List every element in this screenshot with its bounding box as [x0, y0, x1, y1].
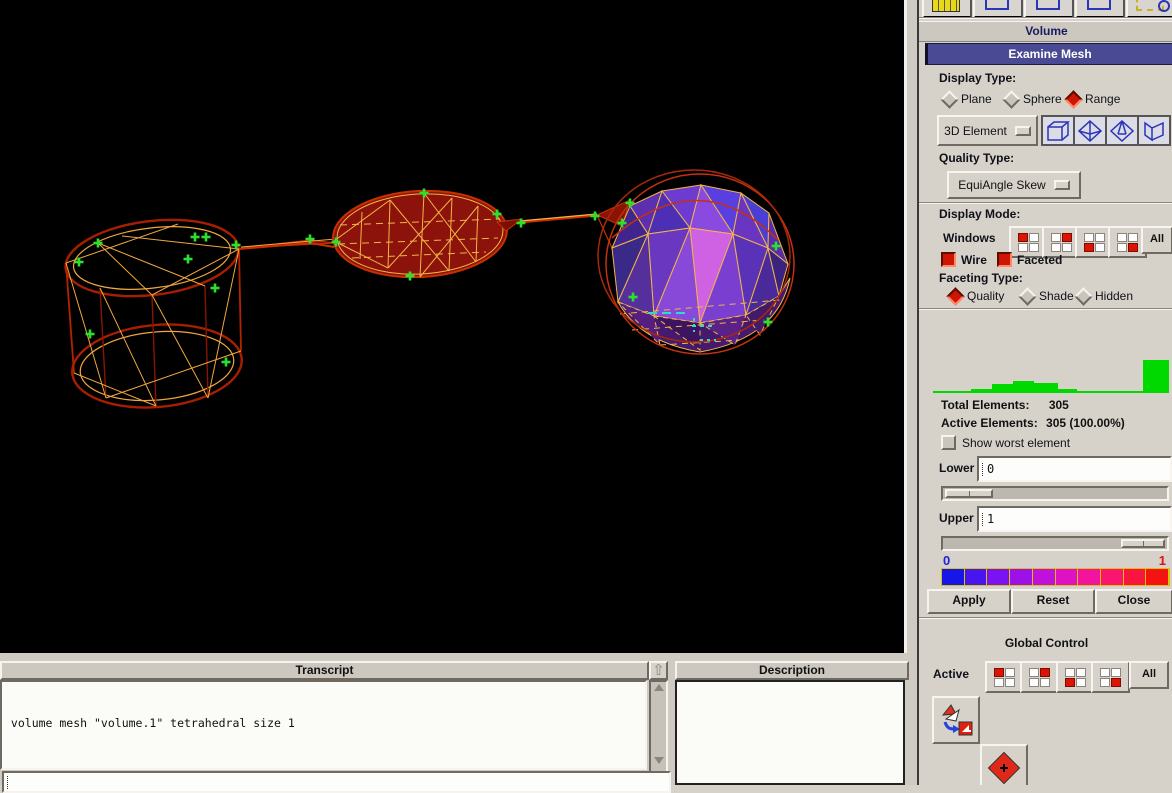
text-caret: [7, 775, 10, 789]
quality-radio-diamond[interactable]: [946, 286, 965, 306]
sphere-radio-diamond[interactable]: [1002, 89, 1021, 109]
graphics-viewport[interactable]: [0, 0, 904, 653]
wire-checkbox[interactable]: [941, 252, 956, 267]
fit-to-window-icon[interactable]: [932, 696, 980, 744]
wireframe-cylinder: [64, 218, 243, 409]
orient-model-icon[interactable]: [980, 744, 1028, 785]
close-button[interactable]: Close: [1095, 589, 1172, 614]
radio-plane[interactable]: Plane: [940, 89, 992, 109]
radio-range[interactable]: Range: [1064, 89, 1120, 109]
faceting-type-label: Faceting Type:: [939, 271, 1023, 285]
reset-button[interactable]: Reset: [1011, 589, 1095, 614]
command-input[interactable]: [2, 771, 671, 793]
wire-checkbox-row[interactable]: Wire: [941, 252, 987, 267]
upper-slider[interactable]: [941, 536, 1169, 551]
colorbar: [941, 568, 1170, 586]
total-elements-line: Total Elements: 305: [941, 398, 1069, 412]
upper-label: Upper: [939, 511, 974, 525]
forms-panel: Volume Examine Mesh Display Type: Plane …: [917, 0, 1172, 785]
show-worst-checkbox[interactable]: [941, 435, 956, 450]
apply-button[interactable]: Apply: [927, 589, 1011, 614]
upper-input[interactable]: 1: [977, 506, 1172, 532]
active-label: Active: [933, 667, 970, 681]
faceted-checkbox[interactable]: [997, 252, 1012, 267]
active-elements-value: 305 (100.00%): [1046, 416, 1125, 430]
shade-radio-diamond[interactable]: [1018, 286, 1037, 306]
meshed-lens: [332, 189, 508, 279]
radio-hidden[interactable]: Hidden: [1074, 286, 1133, 306]
wedge-element-icon[interactable]: [1138, 116, 1170, 145]
collapse-transcript-button[interactable]: ⇧: [649, 661, 668, 680]
windows-label: Windows: [943, 231, 996, 245]
active-quadrant-3-button[interactable]: [1056, 661, 1095, 693]
radio-shade[interactable]: Shade: [1018, 286, 1074, 306]
active-elements-line: Active Elements: 305 (100.00%): [941, 416, 1125, 430]
radio-sphere[interactable]: Sphere: [1002, 89, 1062, 109]
description-body: [675, 680, 905, 785]
active-quadrant-2-button[interactable]: [1020, 661, 1059, 693]
transcript-scrollbar[interactable]: [649, 680, 668, 774]
quality-type-menu[interactable]: EquiAngle Skew: [947, 171, 1081, 199]
lower-label: Lower: [939, 461, 975, 475]
hidden-radio-diamond[interactable]: [1074, 286, 1093, 306]
element-type-menu[interactable]: 3D Element: [937, 115, 1038, 146]
display-type-label: Display Type:: [939, 71, 1017, 85]
lower-slider[interactable]: [941, 486, 1169, 501]
option-menu-indicator-icon: [1053, 180, 1070, 190]
total-elements-value: 305: [1048, 398, 1069, 412]
range-radio-diamond[interactable]: [1064, 89, 1083, 109]
scroll-up-icon[interactable]: [653, 684, 664, 691]
show-worst-row[interactable]: Show worst element: [941, 435, 1070, 450]
text-caret: [982, 462, 985, 476]
element-icon-bar: [1041, 115, 1171, 146]
form-category-title: Volume: [919, 21, 1172, 42]
transcript-header: Transcript: [0, 661, 649, 680]
pyramid-element-icon[interactable]: [1106, 116, 1138, 145]
quality-type-label: Quality Type:: [939, 151, 1015, 165]
lower-slider-thumb[interactable]: [945, 489, 993, 498]
faceted-checkbox-row[interactable]: Faceted: [997, 252, 1062, 267]
active-all-button[interactable]: All: [1129, 661, 1169, 689]
lower-input[interactable]: 0: [977, 456, 1172, 482]
transcript-log[interactable]: volume mesh "volume.1" tetrahedral size …: [0, 680, 647, 770]
active-quadrant-1-button[interactable]: [985, 661, 1024, 693]
display-mode-label: Display Mode:: [939, 207, 1021, 221]
active-quadrant-4-button[interactable]: [1091, 661, 1130, 693]
global-control-title: Global Control: [1004, 636, 1089, 650]
message-area: Transcript ⇧ volume mesh "volume.1" tetr…: [0, 653, 917, 793]
colorbar-min-label: 0: [943, 553, 951, 568]
mesh-scene: [64, 169, 795, 409]
description-header: Description: [675, 661, 909, 680]
skew-histogram: [933, 312, 1169, 393]
transcript-line: volume mesh "volume.1" tetrahedral size …: [4, 716, 295, 730]
form-title: Examine Mesh: [925, 43, 1172, 65]
plane-radio-diamond[interactable]: [940, 89, 959, 109]
radio-quality[interactable]: Quality: [946, 286, 1004, 306]
histogram-bars: [933, 312, 1169, 393]
scroll-down-icon[interactable]: [653, 757, 664, 764]
tet-element-icon[interactable]: [1074, 116, 1106, 145]
option-menu-indicator-icon: [1014, 125, 1031, 136]
colorbar-max-label: 1: [1158, 553, 1166, 568]
text-caret: [982, 512, 985, 526]
windows-all-button[interactable]: All: [1141, 226, 1172, 254]
hex-element-icon[interactable]: [1042, 116, 1074, 145]
upper-slider-thumb[interactable]: [1121, 539, 1165, 548]
